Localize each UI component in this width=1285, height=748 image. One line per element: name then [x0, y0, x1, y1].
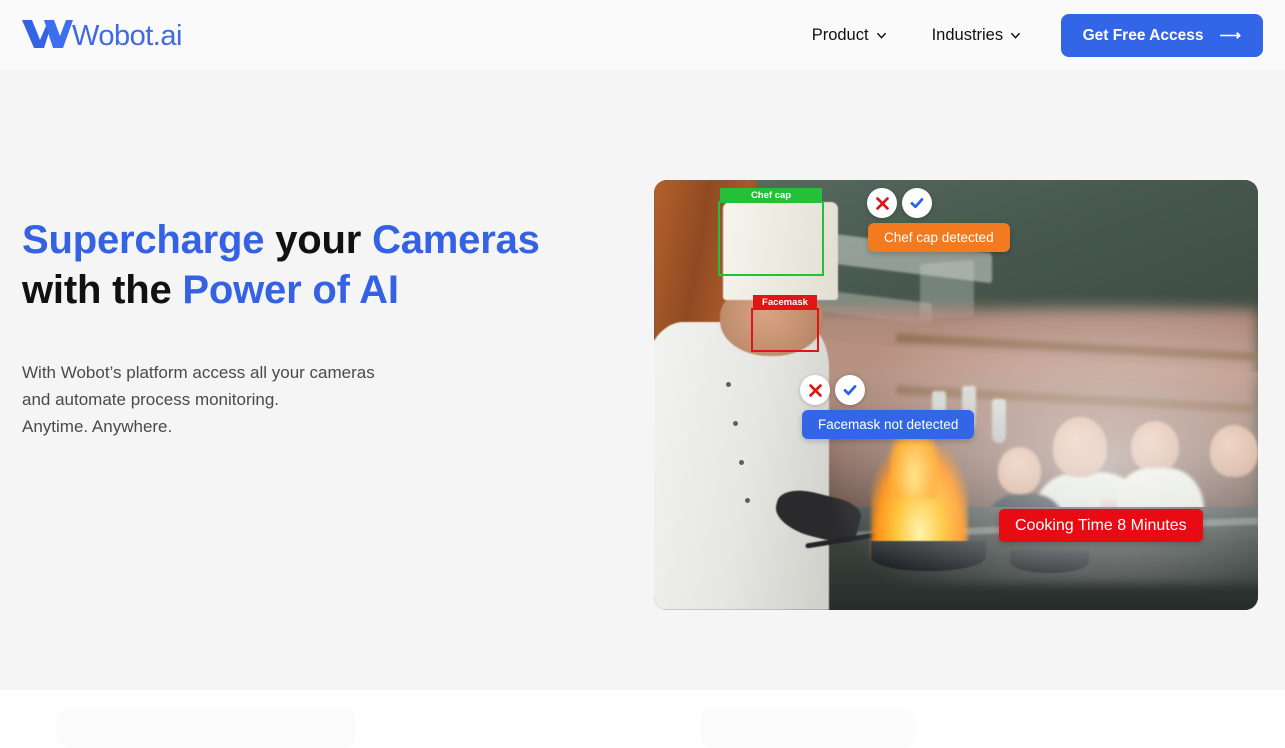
cooking-timer-label: Cooking Time 8 Minutes: [1015, 517, 1187, 535]
hero-subtitle: With Wobot’s platform access all your ca…: [22, 359, 602, 440]
reject-detection-chef-cap-button[interactable]: [867, 188, 897, 218]
headline-highlight-1: Supercharge: [22, 218, 264, 262]
cta-label: Get Free Access: [1083, 27, 1204, 45]
detection-tag-label: Chef cap detected: [884, 230, 994, 245]
brand-logo[interactable]: Wobot.ai: [20, 16, 182, 57]
get-free-access-button[interactable]: Get Free Access ⟶: [1061, 14, 1263, 57]
accept-detection-facemask-button[interactable]: [835, 375, 865, 405]
arrow-right-icon: ⟶: [1219, 28, 1241, 43]
bounding-box-facemask: Facemask: [751, 308, 819, 352]
nav-item-industries[interactable]: Industries: [932, 26, 1022, 45]
detection-tag-chef-cap: Chef cap detected: [868, 223, 1010, 252]
cross-mark-icon: [875, 196, 890, 211]
chevron-down-icon: [1010, 30, 1021, 41]
detection-tag-facemask: Facemask not detected: [802, 410, 974, 439]
headline-highlight-3: Power of AI: [182, 268, 398, 312]
hero-subtitle-line-1: With Wobot’s platform access all your ca…: [22, 363, 375, 382]
wobot-w-logo-icon: [20, 16, 74, 57]
nav-item-label: Product: [812, 26, 869, 45]
peek-card: [700, 708, 915, 748]
detection-tag-label: Facemask not detected: [818, 417, 958, 432]
bounding-box-label: Facemask: [753, 295, 817, 310]
nav-item-label: Industries: [932, 26, 1004, 45]
headline-highlight-2: Cameras: [372, 218, 540, 262]
headline-plain-2: with the: [22, 268, 182, 312]
accept-detection-chef-cap-button[interactable]: [902, 188, 932, 218]
check-mark-icon: [909, 195, 925, 211]
bounding-box-label: Chef cap: [720, 188, 822, 203]
check-mark-icon: [842, 382, 858, 398]
hero-section: Supercharge your Cameras with the Power …: [0, 70, 1285, 690]
headline-plain-1: your: [264, 218, 372, 262]
site-header: Wobot.ai Product Industries Resources Ge…: [0, 0, 1285, 70]
cross-mark-icon: [808, 383, 823, 398]
cooking-timer-badge: Cooking Time 8 Minutes: [999, 509, 1203, 542]
hero-screenshot: Chef cap Facemask Chef cap detected: [654, 180, 1258, 610]
peek-card: [56, 708, 356, 748]
next-section-peek: [0, 690, 1285, 723]
hero-subtitle-line-2: and automate process monitoring.: [22, 390, 279, 409]
chevron-down-icon: [876, 30, 887, 41]
reject-detection-facemask-button[interactable]: [800, 375, 830, 405]
brand-name: Wobot.ai: [72, 20, 182, 53]
bounding-box-chef-cap: Chef cap: [718, 201, 824, 276]
hero-copy: Supercharge your Cameras with the Power …: [22, 215, 602, 440]
hero-subtitle-line-3: Anytime. Anywhere.: [22, 417, 172, 436]
page-title: Supercharge your Cameras with the Power …: [22, 215, 602, 315]
nav-item-product[interactable]: Product: [812, 26, 887, 45]
